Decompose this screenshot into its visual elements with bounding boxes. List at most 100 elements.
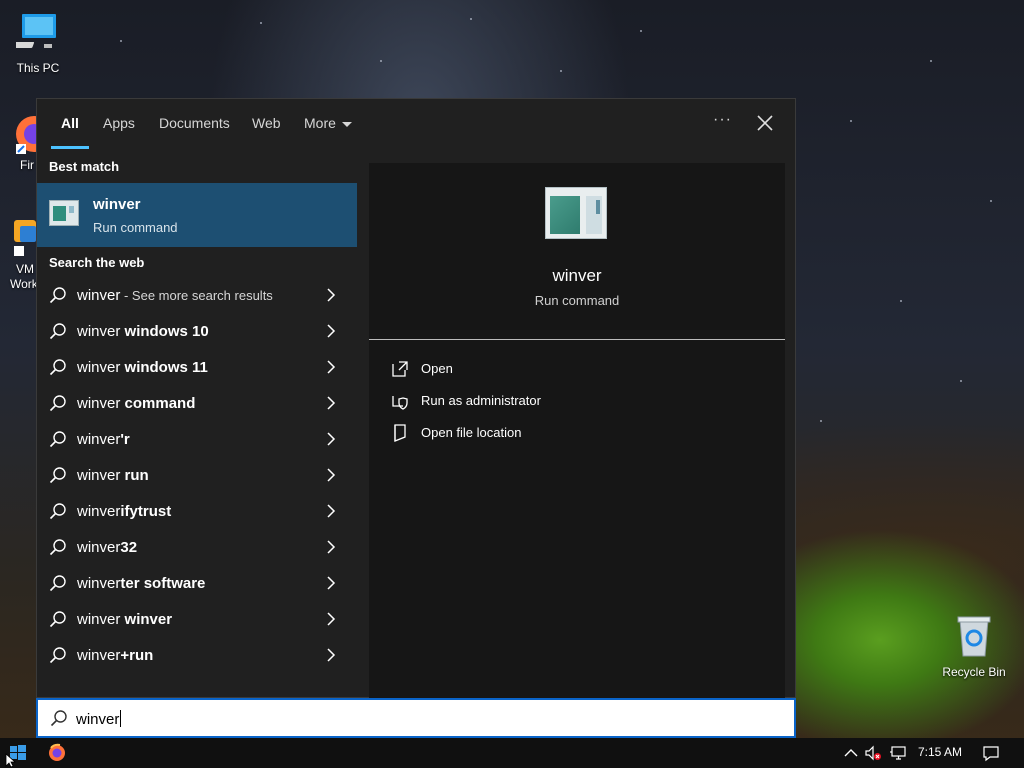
typed-text: winver [77, 359, 121, 376]
desktop-icon-recycle-bin[interactable]: Recycle Bin [938, 614, 1010, 679]
desktop-icon-this-pc[interactable]: This PC [2, 10, 74, 75]
web-result-text: winver'r [77, 431, 130, 448]
chevron-right-icon[interactable] [325, 324, 337, 338]
windows-start-icon[interactable] [0, 738, 36, 768]
web-result-row[interactable]: winverifytrust [37, 493, 357, 529]
completion-text: +run [120, 647, 154, 664]
best-match-heading: Best match [49, 159, 120, 174]
web-result-row[interactable]: winver - See more search results [37, 277, 357, 313]
file-location-icon [394, 424, 406, 442]
close-icon[interactable] [753, 111, 777, 135]
completion-text: run [120, 467, 149, 484]
chevron-right-icon[interactable] [325, 576, 337, 590]
chevron-right-icon[interactable] [325, 468, 337, 482]
best-match-subtitle: Run command [93, 220, 178, 235]
chevron-right-icon[interactable] [325, 288, 337, 302]
action-open[interactable]: Open [391, 357, 691, 381]
chevron-right-icon[interactable] [325, 396, 337, 410]
firefox-icon [16, 116, 52, 154]
chevron-right-icon[interactable] [325, 540, 337, 554]
taskbar: 7:15 AM [0, 738, 1024, 768]
notification-icon[interactable] [982, 744, 1000, 762]
desktop-icon-label: This PC [16, 61, 60, 75]
recycle-bin-icon [938, 614, 1010, 661]
search-box[interactable]: winver [36, 698, 796, 738]
completion-text: 'r [120, 431, 130, 448]
preview-title: winver [552, 266, 602, 285]
search-input[interactable]: winver [76, 710, 122, 728]
search-input-value: winver [76, 711, 120, 728]
completion-text: windows 10 [120, 323, 209, 340]
chevron-right-icon[interactable] [325, 432, 337, 446]
web-result-row[interactable]: winverter software [37, 565, 357, 601]
firefox-icon[interactable] [42, 738, 72, 768]
tab-all[interactable]: All [61, 115, 79, 131]
vmware-icon [14, 220, 36, 256]
typed-text: winver [77, 467, 121, 484]
tab-documents[interactable]: Documents [159, 115, 230, 131]
tab-web[interactable]: Web [252, 115, 281, 131]
search-icon [49, 503, 66, 520]
web-result-text: winver32 [77, 539, 137, 556]
web-result-text: winver winver [77, 611, 172, 628]
search-icon [49, 287, 66, 304]
web-result-row[interactable]: winver+run [37, 637, 357, 673]
action-open-file-location[interactable]: Open file location [391, 421, 691, 445]
completion-text: command [120, 395, 196, 412]
search-icon [50, 710, 67, 727]
web-result-row[interactable]: winver command [37, 385, 357, 421]
desktop-icon-label: Recycle Bin [942, 665, 1006, 679]
search-icon [49, 647, 66, 664]
results-list: Best match winver Run command Search the… [37, 149, 357, 699]
chevron-right-icon[interactable] [325, 360, 337, 374]
web-result-text: winver command [77, 395, 195, 412]
result-preview-pane: winver Run command Open Run as administr… [369, 163, 785, 699]
start-search-panel: All Apps Documents Web More ··· Best mat… [36, 98, 797, 699]
chevron-right-icon[interactable] [325, 648, 337, 662]
search-web-heading: Search the web [49, 255, 145, 270]
web-result-row[interactable]: winver windows 11 [37, 349, 357, 385]
typed-text: winver [77, 431, 121, 448]
tab-apps[interactable]: Apps [103, 115, 135, 131]
web-result-text: winverifytrust [77, 503, 171, 520]
desktop-icon-label: VM [16, 262, 34, 276]
web-result-row[interactable]: winver winver [37, 601, 357, 637]
network-icon[interactable] [889, 744, 907, 762]
web-result-row[interactable]: winver32 [37, 529, 357, 565]
text-caret [120, 710, 122, 727]
action-label: Open file location [421, 425, 522, 440]
completion-text: 32 [120, 539, 138, 556]
best-match-item[interactable]: winver Run command [37, 183, 357, 247]
more-options-button[interactable]: ··· [713, 111, 732, 129]
desktop-icon-label: Work [10, 277, 38, 291]
typed-text: winver [77, 503, 121, 520]
clock-time[interactable]: 7:15 AM [918, 745, 962, 759]
web-result-text: winver+run [77, 647, 153, 664]
typed-text: winver [77, 287, 121, 304]
open-icon [392, 361, 408, 377]
search-filter-bar: All Apps Documents Web More ··· [37, 99, 797, 149]
desktop-icon-firefox[interactable]: Fir [14, 114, 52, 173]
action-label: Run as administrator [421, 393, 541, 408]
chevron-right-icon[interactable] [325, 504, 337, 518]
action-run-as-admin[interactable]: Run as administrator [391, 389, 691, 413]
speaker-muted-icon[interactable] [864, 744, 882, 762]
run-command-window-icon [545, 187, 607, 239]
web-result-row[interactable]: winver'r [37, 421, 357, 457]
completion-text: ifytrust [120, 503, 172, 520]
web-result-row[interactable]: winver run [37, 457, 357, 493]
best-match-title: winver [93, 196, 141, 213]
run-command-window-icon [49, 200, 79, 226]
web-result-text: winver windows 11 [77, 359, 208, 376]
search-icon [49, 359, 66, 376]
typed-text: winver [77, 395, 121, 412]
chevron-up-icon[interactable] [842, 744, 860, 762]
search-icon [49, 575, 66, 592]
web-result-text: winver - See more search results [77, 287, 273, 304]
web-result-row[interactable]: winver windows 10 [37, 313, 357, 349]
desktop-icon-vmware[interactable]: VM Work [10, 218, 38, 292]
tab-more[interactable]: More [304, 115, 352, 131]
web-result-text: winverter software [77, 575, 205, 592]
chevron-right-icon[interactable] [325, 612, 337, 626]
desktop-icon-label: Fir [20, 158, 34, 172]
